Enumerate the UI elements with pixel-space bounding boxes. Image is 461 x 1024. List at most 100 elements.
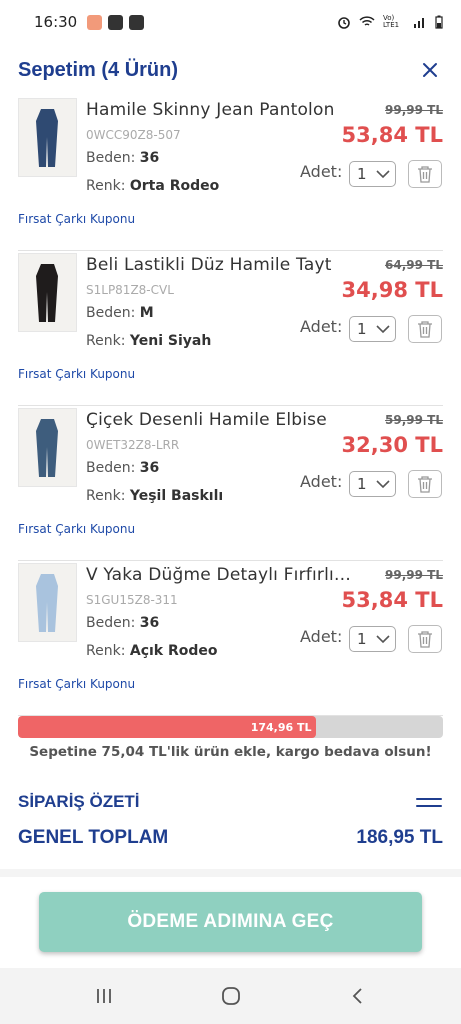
trash-icon bbox=[418, 166, 432, 183]
quantity-value: 1 bbox=[357, 475, 367, 493]
order-summary-title: SİPARİŞ ÖZETİ bbox=[18, 792, 140, 811]
old-price: 59,99 TL bbox=[385, 413, 443, 427]
summary-toggle-button[interactable] bbox=[416, 798, 442, 812]
wifi-icon bbox=[359, 16, 375, 26]
grand-total-value: 186,95 TL bbox=[356, 827, 443, 848]
divider bbox=[0, 869, 461, 877]
quantity-label: Adet: bbox=[300, 162, 343, 181]
chevron-down-icon bbox=[376, 634, 390, 643]
size-value: 36 bbox=[139, 150, 160, 166]
product-thumbnail[interactable] bbox=[18, 98, 77, 177]
new-price: 53,84 TL bbox=[341, 123, 443, 147]
alarm-icon bbox=[338, 17, 350, 29]
back-icon bbox=[352, 988, 362, 1004]
coupon-link[interactable]: Fırsat Çarkı Kuponu bbox=[18, 367, 135, 381]
coupon-link[interactable]: Fırsat Çarkı Kuponu bbox=[18, 212, 135, 226]
product-color: Renk: Açık Rodeo bbox=[86, 643, 218, 659]
status-time: 16:30 bbox=[34, 13, 78, 31]
old-price: 64,99 TL bbox=[385, 258, 443, 272]
battery-icon bbox=[435, 15, 443, 29]
quantity-select[interactable]: 1 bbox=[349, 161, 396, 187]
home-icon bbox=[221, 987, 240, 1005]
network-label: Vo) LTE1 bbox=[383, 14, 400, 29]
progress-fill: 174,96 TL bbox=[18, 716, 316, 738]
quantity-label: Adet: bbox=[300, 472, 343, 491]
remove-item-button[interactable] bbox=[408, 625, 442, 653]
quantity-value: 1 bbox=[357, 320, 367, 338]
quantity-select[interactable]: 1 bbox=[349, 626, 396, 652]
proceed-to-payment-button[interactable]: ÖDEME ADIMINA GEÇ bbox=[39, 892, 422, 952]
cart-item: Hamile Skinny Jean Pantolon 0WCC90Z8-507… bbox=[18, 96, 443, 251]
product-sku: S1LP81Z8-CVL bbox=[86, 283, 174, 297]
product-thumbnail[interactable] bbox=[18, 408, 77, 487]
new-price: 53,84 TL bbox=[341, 588, 443, 612]
color-value: Orta Rodeo bbox=[129, 178, 220, 194]
old-price: 99,99 TL bbox=[385, 103, 443, 117]
product-thumbnail[interactable] bbox=[18, 253, 77, 332]
remove-item-button[interactable] bbox=[408, 315, 442, 343]
quantity-select[interactable]: 1 bbox=[349, 316, 396, 342]
product-sku: 0WCC90Z8-507 bbox=[86, 128, 181, 142]
chevron-down-icon bbox=[376, 169, 390, 178]
menu-lines-icon bbox=[416, 798, 442, 800]
quantity-select[interactable]: 1 bbox=[349, 471, 396, 497]
cart-list: Hamile Skinny Jean Pantolon 0WCC90Z8-507… bbox=[0, 96, 461, 716]
chevron-down-icon bbox=[376, 479, 390, 488]
product-image-icon bbox=[19, 564, 76, 641]
recent-apps-button[interactable] bbox=[84, 976, 124, 1016]
grand-total-label: GENEL TOPLAM bbox=[18, 827, 169, 848]
coupon-link[interactable]: Fırsat Çarkı Kuponu bbox=[18, 677, 135, 691]
product-name[interactable]: Çiçek Desenli Hamile Elbise bbox=[86, 410, 356, 430]
size-value: 36 bbox=[139, 615, 160, 631]
recent-apps-icon bbox=[96, 989, 111, 1003]
product-size: Beden: 36 bbox=[86, 150, 160, 166]
cart-item: Çiçek Desenli Hamile Elbise 0WET32Z8-LRR… bbox=[18, 406, 443, 561]
product-sku: S1GU15Z8-311 bbox=[86, 593, 178, 607]
new-price: 32,30 TL bbox=[341, 433, 443, 457]
heart-notification-icon bbox=[87, 14, 103, 30]
close-button[interactable] bbox=[417, 57, 443, 83]
cart-item: V Yaka Düğme Detaylı Fırfırlı ... S1GU15… bbox=[18, 561, 443, 716]
product-thumbnail[interactable] bbox=[18, 563, 77, 642]
product-size: Beden: M bbox=[86, 305, 154, 321]
trash-icon bbox=[418, 321, 432, 338]
cart-item: Beli Lastikli Düz Hamile Tayt S1LP81Z8-C… bbox=[18, 251, 443, 406]
page-title: Sepetim (4 Ürün) bbox=[18, 58, 179, 81]
app-notification-icon bbox=[129, 14, 145, 30]
product-name[interactable]: Hamile Skinny Jean Pantolon bbox=[86, 100, 356, 120]
color-value: Yeşil Baskılı bbox=[129, 488, 224, 504]
product-color: Renk: Yeşil Baskılı bbox=[86, 488, 224, 504]
trash-icon bbox=[418, 631, 432, 648]
image-notification-icon bbox=[108, 14, 124, 30]
size-value: 36 bbox=[139, 460, 160, 476]
quantity-value: 1 bbox=[357, 165, 367, 183]
size-value: M bbox=[139, 305, 154, 321]
product-sku: 0WET32Z8-LRR bbox=[86, 438, 180, 452]
back-button[interactable] bbox=[338, 976, 378, 1016]
quantity-value: 1 bbox=[357, 630, 367, 648]
product-color: Renk: Yeni Siyah bbox=[86, 333, 212, 349]
product-color: Renk: Orta Rodeo bbox=[86, 178, 220, 194]
product-image-icon bbox=[19, 99, 76, 176]
home-button[interactable] bbox=[211, 976, 251, 1016]
coupon-link[interactable]: Fırsat Çarkı Kuponu bbox=[18, 522, 135, 536]
product-image-icon bbox=[19, 409, 76, 486]
free-shipping-message: Sepetine 75,04 TL'lik ürün ekle, kargo b… bbox=[29, 744, 432, 760]
cart-header: Sepetim (4 Ürün) bbox=[0, 44, 461, 96]
free-shipping-progress: 174,96 TL bbox=[18, 716, 443, 738]
remove-item-button[interactable] bbox=[408, 470, 442, 498]
new-price: 34,98 TL bbox=[341, 278, 443, 302]
trash-icon bbox=[418, 476, 432, 493]
product-name[interactable]: Beli Lastikli Düz Hamile Tayt bbox=[86, 255, 356, 275]
quantity-label: Adet: bbox=[300, 627, 343, 646]
old-price: 99,99 TL bbox=[385, 568, 443, 582]
quantity-label: Adet: bbox=[300, 317, 343, 336]
color-value: Yeni Siyah bbox=[129, 333, 212, 349]
progress-label: 174,96 TL bbox=[250, 720, 312, 734]
product-size: Beden: 36 bbox=[86, 460, 160, 476]
color-value: Açık Rodeo bbox=[129, 643, 218, 659]
product-name[interactable]: V Yaka Düğme Detaylı Fırfırlı ... bbox=[86, 565, 356, 585]
status-bar: 16:30 Vo) LTE1 bbox=[0, 0, 461, 44]
remove-item-button[interactable] bbox=[408, 160, 442, 188]
chevron-down-icon bbox=[376, 324, 390, 333]
